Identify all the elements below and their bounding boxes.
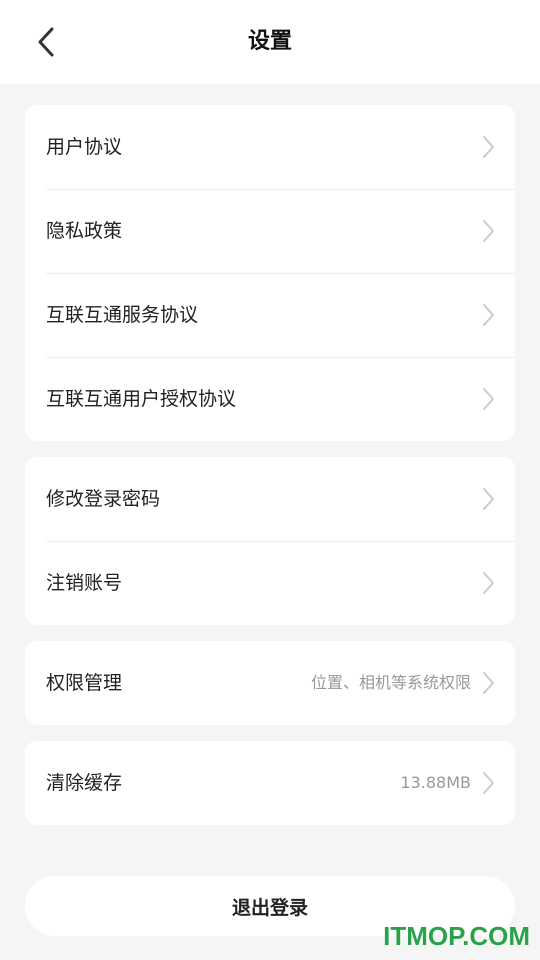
settings-item-label: 权限管理 [46, 672, 123, 694]
chevron-right-icon [483, 572, 494, 594]
chevron-right-icon [483, 388, 494, 410]
chevron-right-icon [483, 672, 494, 694]
agreements-card: 用户协议 隐私政策 互联互通服务协议 互联互通用户授权协议 [25, 105, 515, 441]
settings-item-delete-account[interactable]: 注销账号 [25, 541, 515, 625]
settings-item-change-password[interactable]: 修改登录密码 [25, 457, 515, 541]
settings-item-user-agreement[interactable]: 用户协议 [25, 105, 515, 189]
account-card: 修改登录密码 注销账号 [25, 457, 515, 625]
cache-card: 清除缓存 13.88MB [25, 741, 515, 825]
settings-item-label: 清除缓存 [46, 772, 123, 794]
settings-item-label: 用户协议 [46, 136, 123, 158]
top-bar: 设置 [0, 0, 540, 84]
chevron-right-icon [483, 220, 494, 242]
settings-item-label: 互联互通服务协议 [46, 304, 199, 326]
permissions-summary: 位置、相机等系统权限 [310, 673, 471, 692]
cache-size: 13.88MB [400, 773, 471, 792]
logout-label: 退出登录 [231, 896, 308, 919]
settings-item-clear-cache[interactable]: 清除缓存 13.88MB [25, 741, 515, 825]
permissions-card: 权限管理 位置、相机等系统权限 [25, 641, 515, 725]
page-title: 设置 [247, 29, 292, 54]
settings-item-label: 注销账号 [46, 572, 123, 594]
chevron-right-icon [483, 304, 494, 326]
chevron-right-icon [483, 772, 494, 794]
watermark-logo: ITMOP.COM [383, 921, 530, 951]
settings-item-label: 修改登录密码 [46, 488, 161, 510]
settings-item-interconnect-user-authorization[interactable]: 互联互通用户授权协议 [25, 357, 515, 441]
settings-item-interconnect-service-agreement[interactable]: 互联互通服务协议 [25, 273, 515, 357]
chevron-right-icon [483, 488, 494, 510]
settings-item-label: 互联互通用户授权协议 [46, 388, 237, 410]
chevron-right-icon [483, 136, 494, 158]
settings-item-label: 隐私政策 [46, 220, 123, 242]
settings-item-permissions[interactable]: 权限管理 位置、相机等系统权限 [25, 641, 515, 725]
settings-item-privacy-policy[interactable]: 隐私政策 [25, 189, 515, 273]
